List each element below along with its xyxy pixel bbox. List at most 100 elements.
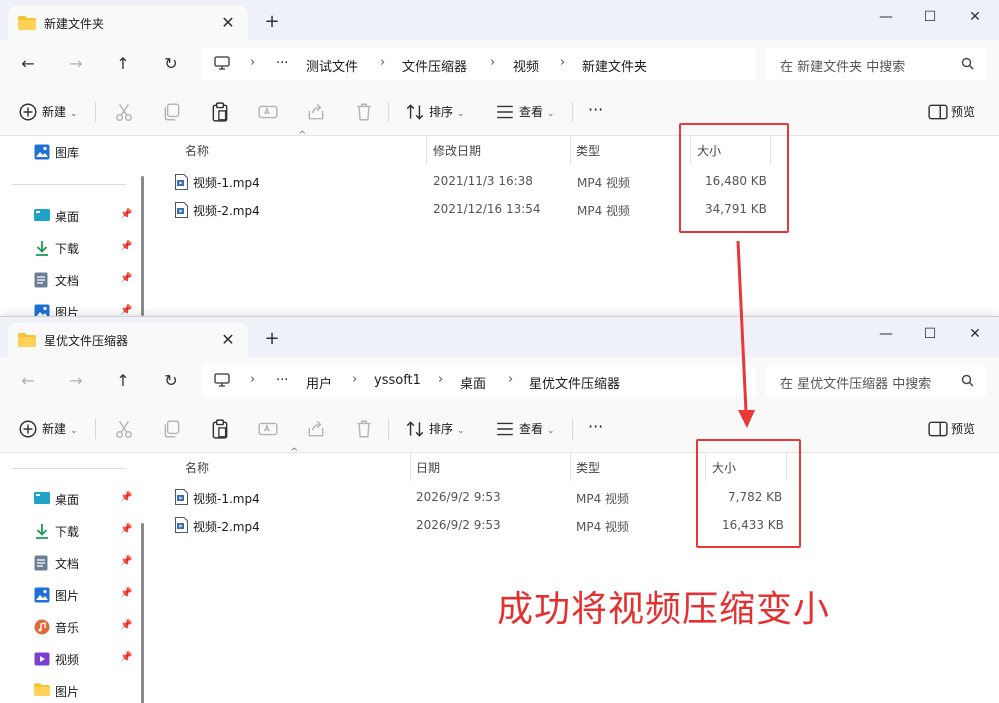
pin-icon: 📌	[120, 209, 133, 220]
sidebar-item-downloads[interactable]: 下载 📌	[34, 238, 134, 258]
chevron-right-icon: ›	[560, 55, 566, 70]
sort-icon	[406, 104, 424, 120]
sidebar-item-pictures[interactable]: 图片 📌	[34, 302, 134, 316]
tab-title: 新建文件夹	[44, 17, 105, 31]
more-options-button[interactable]: ···	[588, 98, 603, 122]
sidebar-item-documents[interactable]: 文档 📌	[34, 270, 134, 290]
pin-icon: 📌	[120, 241, 133, 252]
breadcrumb-item[interactable]: 新建文件夹	[582, 56, 647, 75]
column-header-name[interactable]: 名称	[185, 142, 209, 159]
view-button[interactable]: 查看 ⌄	[519, 100, 555, 124]
column-header-date[interactable]: 修改日期	[433, 142, 481, 159]
breadcrumb-item[interactable]: yssoft1	[374, 373, 421, 388]
divider	[95, 102, 96, 122]
music-icon	[34, 619, 50, 635]
sidebar-item-gallery[interactable]: 图库	[34, 142, 134, 162]
sidebar-item-pictures-folder[interactable]: 图片	[34, 681, 134, 701]
share-icon[interactable]	[306, 419, 326, 439]
sidebar-scrollbar[interactable]	[141, 176, 144, 316]
pin-icon: 📌	[120, 273, 133, 284]
column-header-name[interactable]: 名称	[185, 459, 209, 476]
breadcrumb-item[interactable]: 测试文件	[306, 56, 358, 75]
breadcrumb-item[interactable]: 星优文件压缩器	[529, 373, 620, 392]
address-bar[interactable]: › ··· 用户 › yssoft1 › 桌面 › 星优文件压缩器	[202, 365, 756, 397]
sidebar-item-downloads[interactable]: 下载 📌	[34, 521, 134, 541]
sort-button[interactable]: 排序 ⌄	[429, 100, 465, 124]
search-input[interactable]: 在 星优文件压缩器 中搜索	[766, 365, 986, 397]
share-icon[interactable]	[306, 102, 326, 122]
new-button[interactable]: 新建 ⌄	[42, 100, 78, 124]
tab-active[interactable]: 新建文件夹 ✕	[8, 6, 248, 40]
back-arrow-icon[interactable]: ←	[16, 369, 40, 393]
preview-button[interactable]: 预览	[951, 417, 975, 441]
delete-icon[interactable]	[354, 419, 374, 439]
minimize-button[interactable]: —	[866, 5, 906, 29]
more-crumbs[interactable]: ···	[276, 56, 288, 71]
copy-icon[interactable]	[162, 102, 182, 122]
folder-icon	[18, 333, 36, 347]
forward-arrow-icon[interactable]: →	[64, 369, 88, 393]
cut-icon[interactable]	[114, 419, 134, 439]
document-icon	[34, 272, 48, 288]
file-name: 视频-2.mp4	[193, 204, 260, 218]
file-type: MP4 视频	[577, 176, 631, 190]
maximize-button[interactable]: ☐	[910, 5, 950, 29]
refresh-icon[interactable]: ↻	[159, 369, 183, 393]
breadcrumb-item[interactable]: 文件压缩器	[402, 56, 467, 75]
rename-icon[interactable]	[258, 102, 278, 122]
paste-icon[interactable]	[210, 102, 230, 122]
breadcrumb-item[interactable]: 视频	[513, 56, 539, 75]
breadcrumb-item[interactable]: 用户	[306, 373, 332, 392]
more-options-button[interactable]: ···	[588, 415, 603, 439]
sidebar-item-documents[interactable]: 文档 📌	[34, 553, 134, 573]
more-crumbs[interactable]: ···	[276, 373, 288, 388]
sidebar-scrollbar[interactable]	[141, 523, 144, 703]
up-arrow-icon[interactable]: ↑	[111, 369, 135, 393]
close-button[interactable]: ✕	[955, 5, 995, 29]
address-bar[interactable]: › ··· 测试文件 › 文件压缩器 › 视频 › 新建文件夹	[202, 48, 756, 80]
delete-icon[interactable]	[354, 102, 374, 122]
sort-button[interactable]: 排序 ⌄	[429, 417, 465, 441]
sidebar-item-music[interactable]: 音乐 📌	[34, 617, 134, 637]
new-tab-button[interactable]: +	[262, 12, 282, 32]
breadcrumb-item[interactable]: 桌面	[460, 373, 486, 392]
copy-icon[interactable]	[162, 419, 182, 439]
maximize-button[interactable]: ☐	[910, 322, 950, 346]
sidebar-divider	[12, 468, 126, 469]
tab-close-icon[interactable]: ✕	[218, 330, 238, 350]
download-icon	[36, 241, 48, 256]
sidebar-item-desktop[interactable]: 桌面 📌	[34, 489, 134, 509]
video-icon	[34, 652, 50, 666]
preview-button[interactable]: 预览	[951, 100, 975, 124]
tab-active[interactable]: 星优文件压缩器 ✕	[8, 323, 248, 357]
column-header-type[interactable]: 类型	[576, 142, 600, 159]
new-button[interactable]: 新建 ⌄	[42, 417, 78, 441]
refresh-icon[interactable]: ↻	[159, 52, 183, 76]
back-arrow-icon[interactable]: ←	[16, 52, 40, 76]
up-arrow-icon[interactable]: ↑	[111, 52, 135, 76]
file-type: MP4 视频	[577, 204, 631, 218]
paste-icon[interactable]	[210, 419, 230, 439]
forward-arrow-icon[interactable]: →	[64, 52, 88, 76]
column-header-date[interactable]: 日期	[416, 459, 440, 476]
close-button[interactable]: ✕	[955, 322, 995, 346]
rename-icon[interactable]	[258, 419, 278, 439]
cut-icon[interactable]	[114, 102, 134, 122]
column-header-type[interactable]: 类型	[576, 459, 600, 476]
desktop-icon	[34, 209, 50, 221]
video-file-icon	[175, 202, 188, 218]
search-input[interactable]: 在 新建文件夹 中搜索	[766, 48, 986, 80]
view-button[interactable]: 查看 ⌄	[519, 417, 555, 441]
sidebar-item-desktop[interactable]: 桌面 📌	[34, 206, 134, 226]
minimize-button[interactable]: —	[866, 322, 906, 346]
annotation-caption: 成功将视频压缩变小	[497, 589, 831, 630]
pin-icon: 📌	[120, 524, 133, 535]
new-tab-button[interactable]: +	[262, 329, 282, 349]
file-type: MP4 视频	[576, 492, 630, 506]
sidebar-item-pictures[interactable]: 图片 📌	[34, 585, 134, 605]
title-bar: 新建文件夹 ✕ + — ☐ ✕	[0, 0, 999, 40]
tab-close-icon[interactable]: ✕	[218, 13, 238, 33]
chevron-right-icon: ›	[250, 372, 256, 387]
sidebar-item-videos[interactable]: 视频 📌	[34, 649, 134, 669]
file-name: 视频-1.mp4	[193, 176, 260, 190]
